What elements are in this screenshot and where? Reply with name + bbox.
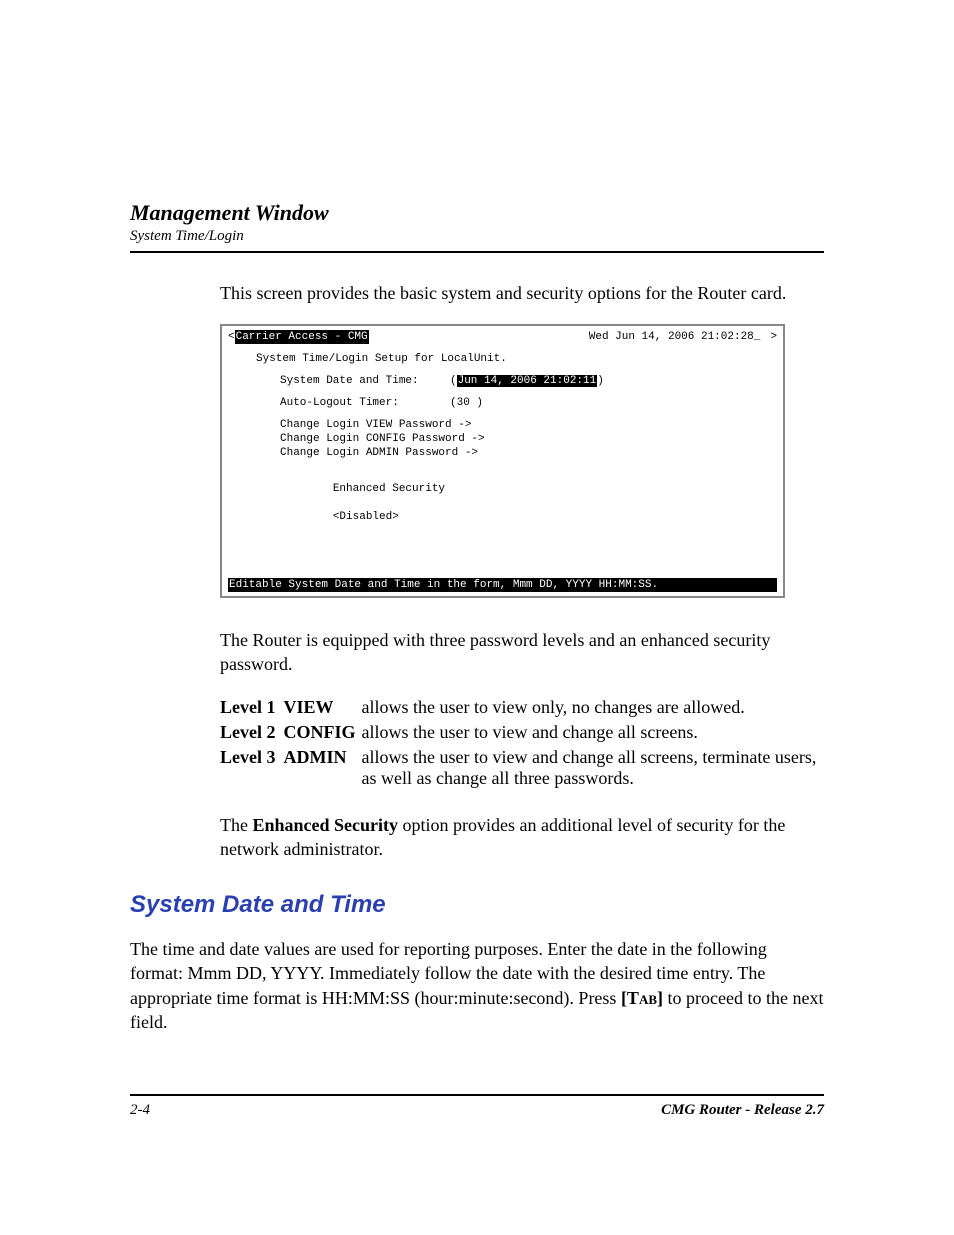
change-config-password[interactable]: Change Login CONFIG Password ->: [280, 432, 777, 446]
table-row: Level 2 CONFIG allows the user to view a…: [220, 720, 824, 745]
enhanced-security-paragraph: The Enhanced Security option provides an…: [220, 813, 824, 862]
level-desc: allows the user to view only, no changes…: [362, 695, 825, 720]
auto-logout-value[interactable]: (30 ): [450, 396, 483, 410]
level-name: VIEW: [284, 695, 362, 720]
level-number: Level 1: [220, 695, 284, 720]
terminal-status-line: Editable System Date and Time in the for…: [228, 578, 777, 592]
change-admin-password[interactable]: Change Login ADMIN Password ->: [280, 446, 777, 460]
table-row: Level 3 ADMIN allows the user to view an…: [220, 745, 824, 791]
auto-logout-label: Auto-Logout Timer:: [280, 396, 450, 410]
sys-date-value-wrap[interactable]: (Jun 14, 2006 21:02:11): [450, 374, 604, 388]
intro-text: This screen provides the basic system an…: [220, 283, 824, 304]
section-title-system-date: System Date and Time: [130, 891, 824, 919]
page-number: 2-4: [130, 1102, 150, 1119]
text-fragment: The: [220, 815, 252, 835]
terminal-screenshot: < Carrier Access - CMG Wed Jun 14, 2006 …: [220, 324, 785, 598]
tab-key: [Tab]: [621, 988, 663, 1008]
level-name: ADMIN: [284, 745, 362, 791]
enhanced-security-label: Enhanced Security: [333, 483, 445, 495]
enhanced-security-bold: Enhanced Security: [252, 815, 398, 835]
change-view-password[interactable]: Change Login VIEW Password ->: [280, 418, 777, 432]
sys-date-value[interactable]: Jun 14, 2006 21:02:11: [457, 375, 598, 387]
terminal-subtitle: System Time/Login Setup for LocalUnit.: [256, 352, 777, 366]
section-body: The time and date values are used for re…: [130, 937, 824, 1034]
page-header-subtitle: System Time/Login: [130, 228, 824, 245]
footer-rule: [130, 1094, 824, 1096]
password-levels-intro: The Router is equipped with three passwo…: [220, 628, 824, 677]
terminal-title: Carrier Access - CMG: [235, 330, 369, 344]
table-row: Level 1 VIEW allows the user to view onl…: [220, 695, 824, 720]
level-name: CONFIG: [284, 720, 362, 745]
password-levels-table: Level 1 VIEW allows the user to view onl…: [220, 695, 824, 791]
level-number: Level 3: [220, 745, 284, 791]
header-rule: [130, 251, 824, 253]
terminal-right-arrow: >: [770, 330, 777, 344]
level-number: Level 2: [220, 720, 284, 745]
terminal-datetime: Wed Jun 14, 2006 21:02:28_: [589, 330, 761, 344]
sys-date-label: System Date and Time:: [280, 374, 450, 388]
level-desc: allows the user to view and change all s…: [362, 745, 825, 791]
enhanced-security-value[interactable]: <Disabled>: [333, 511, 399, 523]
terminal-left-arrow: <: [228, 330, 235, 344]
product-footer: CMG Router - Release 2.7: [661, 1102, 824, 1119]
level-desc: allows the user to view and change all s…: [362, 720, 825, 745]
page-header-title: Management Window: [130, 200, 824, 226]
